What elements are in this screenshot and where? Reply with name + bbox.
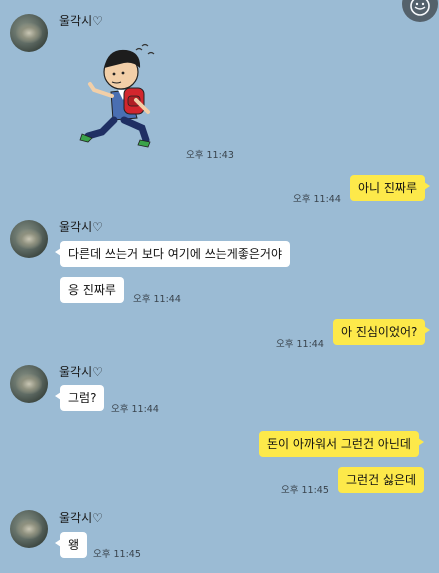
incoming-message[interactable]: 그럼? — [54, 385, 105, 411]
avatar[interactable] — [10, 14, 48, 52]
outgoing-message[interactable]: 돈이 아까워서 그런건 아닌데 — [259, 431, 424, 457]
sender-name: 울각시♡ — [59, 220, 103, 234]
incoming-message[interactable]: 다른데 쓰는거 보다 여기에 쓰는게좋은거야 — [55, 241, 290, 267]
outgoing-message[interactable]: 그런건 싫은데 — [338, 467, 425, 493]
sender-name: 울각시♡ — [59, 14, 103, 28]
avatar[interactable] — [10, 510, 48, 548]
incoming-message[interactable]: 응 진짜루 — [60, 277, 124, 303]
sender-name: 울각시♡ — [59, 365, 103, 379]
timestamp: 오후 11:43 — [186, 150, 234, 161]
timestamp: 오후 11:44 — [293, 194, 341, 205]
timestamp: 오후 11:45 — [93, 549, 141, 560]
outgoing-message[interactable]: 아 진심이었어? — [333, 319, 431, 345]
sender-name: 울각시♡ — [59, 511, 103, 525]
outgoing-message[interactable]: 아니 진짜루 — [350, 175, 431, 201]
running-student-icon — [79, 43, 155, 148]
timestamp: 오후 11:44 — [111, 404, 159, 415]
timestamp: 오후 11:44 — [276, 339, 324, 350]
sticker-icon — [410, 0, 430, 16]
avatar[interactable] — [10, 365, 48, 403]
emoticon-toggle-button[interactable] — [402, 0, 438, 22]
timestamp: 오후 11:44 — [133, 294, 181, 305]
avatar[interactable] — [10, 220, 48, 258]
timestamp: 오후 11:45 — [281, 485, 329, 496]
sticker-running-student[interactable] — [76, 40, 166, 150]
incoming-message[interactable]: 왱 — [54, 532, 88, 558]
